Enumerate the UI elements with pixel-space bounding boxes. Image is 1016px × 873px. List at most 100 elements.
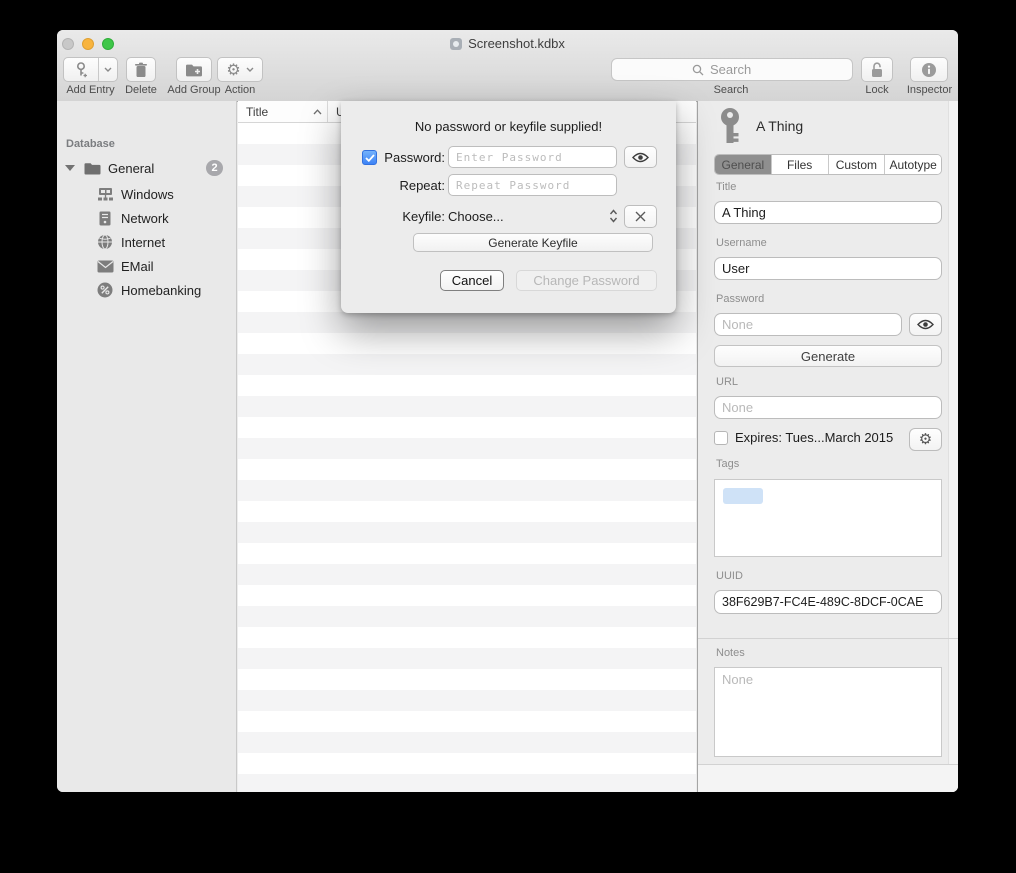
delete-button[interactable] <box>126 57 156 82</box>
tags-box[interactable] <box>714 479 942 557</box>
eye-icon <box>917 319 934 330</box>
username-field-label: Username <box>716 237 767 249</box>
sidebar: Database General 2 Windows Network <box>57 101 237 792</box>
add-group-button[interactable] <box>176 57 212 82</box>
inspector-tabs: General Files Custom Autotype <box>714 154 942 175</box>
password-checkbox[interactable] <box>362 150 377 165</box>
add-entry-dropdown[interactable] <box>98 58 117 81</box>
sidebar-item-label: Internet <box>121 235 165 250</box>
action-label: Action <box>217 84 263 96</box>
document-proxy-icon[interactable] <box>450 38 462 50</box>
eye-icon <box>632 152 649 163</box>
search-icon <box>692 64 704 76</box>
password-row-label: Password: <box>379 150 445 165</box>
chevron-down-icon <box>104 67 112 72</box>
search-label: Search <box>611 84 851 96</box>
screen: Screenshot.kdbx Add Entry Delete <box>0 0 1016 873</box>
title-field[interactable] <box>714 201 942 224</box>
lock-open-icon <box>870 62 884 78</box>
disclosure-triangle-icon[interactable] <box>65 165 75 171</box>
tab-files[interactable]: Files <box>772 155 829 174</box>
expires-settings-button[interactable]: ⚙ <box>909 428 942 451</box>
lock-label: Lock <box>846 84 908 96</box>
close-icon <box>635 211 646 222</box>
folder-plus-icon <box>185 63 203 77</box>
sheet-reveal-password-button[interactable] <box>624 146 657 168</box>
info-icon <box>921 62 937 78</box>
change-password-button[interactable]: Change Password <box>516 270 657 291</box>
gear-icon: ⚙ <box>919 432 932 447</box>
percent-icon <box>96 281 114 299</box>
windows-group-icon <box>96 185 114 203</box>
username-field[interactable] <box>714 257 942 280</box>
password-field[interactable] <box>714 313 902 336</box>
cancel-button[interactable]: Cancel <box>440 270 504 291</box>
keyfile-row-label: Keyfile: <box>361 209 445 224</box>
column-header-title[interactable]: Title <box>238 101 328 122</box>
sheet-message: No password or keyfile supplied! <box>341 119 676 134</box>
generate-password-button[interactable]: Generate <box>714 345 942 367</box>
key-plus-icon <box>64 58 98 81</box>
reveal-password-button[interactable] <box>909 313 942 336</box>
sheet-repeat-input[interactable] <box>448 174 617 196</box>
stepper-icon <box>609 209 618 223</box>
sidebar-group-label: General <box>108 161 154 176</box>
key-icon <box>717 107 743 147</box>
server-icon <box>96 209 114 227</box>
tags-label: Tags <box>716 458 739 470</box>
gear-icon: ⚙ <box>226 62 240 78</box>
divider <box>698 638 958 639</box>
url-field[interactable] <box>714 396 942 419</box>
titlebar-toolbar: Screenshot.kdbx Add Entry Delete <box>57 30 958 102</box>
entry-title: A Thing <box>756 118 803 134</box>
inspector-button[interactable] <box>910 57 948 82</box>
sheet-password-input[interactable] <box>448 146 617 168</box>
repeat-row-label: Repeat: <box>361 178 445 193</box>
tag-chip[interactable] <box>723 488 763 504</box>
title-field-label: Title <box>716 181 736 193</box>
sidebar-item-label: Homebanking <box>121 283 201 298</box>
search-field[interactable] <box>611 58 853 81</box>
uuid-field[interactable] <box>714 590 942 614</box>
uuid-label: UUID <box>716 570 743 582</box>
tab-autotype[interactable]: Autotype <box>885 155 941 174</box>
add-group-label: Add Group <box>164 84 224 96</box>
add-entry-label: Add Entry <box>63 84 118 96</box>
keyfile-popup[interactable]: Choose... <box>448 205 618 227</box>
tab-custom[interactable]: Custom <box>829 155 886 174</box>
sidebar-item-label: EMail <box>121 259 154 274</box>
inspector-label: Inspector <box>901 84 958 96</box>
keyfile-popup-value: Choose... <box>448 209 504 224</box>
expires-checkbox[interactable] <box>714 431 728 445</box>
expires-label: Expires: Tues...March 2015 <box>735 430 893 445</box>
envelope-icon <box>96 257 114 275</box>
chevron-down-icon <box>246 67 254 72</box>
lock-button[interactable] <box>861 57 893 82</box>
folder-icon <box>83 159 101 177</box>
add-entry-button[interactable] <box>63 57 118 82</box>
url-field-label: URL <box>716 376 738 388</box>
expires-row: Expires: Tues...March 2015 <box>714 430 893 445</box>
window-title-area: Screenshot.kdbx <box>57 36 958 51</box>
sidebar-section-header: Database <box>66 138 115 150</box>
sidebar-group-general[interactable]: General 2 <box>57 156 236 180</box>
tab-general[interactable]: General <box>715 155 772 174</box>
inspector-panel: A Thing General Files Custom Autotype Ti… <box>697 101 958 792</box>
delete-label: Delete <box>111 84 171 96</box>
password-field-label: Password <box>716 293 764 305</box>
search-input[interactable] <box>708 61 772 78</box>
trash-icon <box>134 62 148 78</box>
sort-ascending-icon <box>313 109 322 115</box>
change-password-sheet: No password or keyfile supplied! Passwor… <box>341 101 676 313</box>
window-title: Screenshot.kdbx <box>468 36 565 51</box>
entry-count-badge: 2 <box>206 160 223 176</box>
generate-keyfile-button[interactable]: Generate Keyfile <box>413 233 653 252</box>
checkmark-icon <box>365 154 375 162</box>
sidebar-item-label: Network <box>121 211 169 226</box>
action-button[interactable]: ⚙ <box>217 57 263 82</box>
globe-icon <box>96 233 114 251</box>
clear-keyfile-button[interactable] <box>624 205 657 228</box>
notes-field[interactable] <box>714 667 942 757</box>
notes-label: Notes <box>716 647 745 659</box>
inspector-scrollbar[interactable] <box>948 101 958 792</box>
